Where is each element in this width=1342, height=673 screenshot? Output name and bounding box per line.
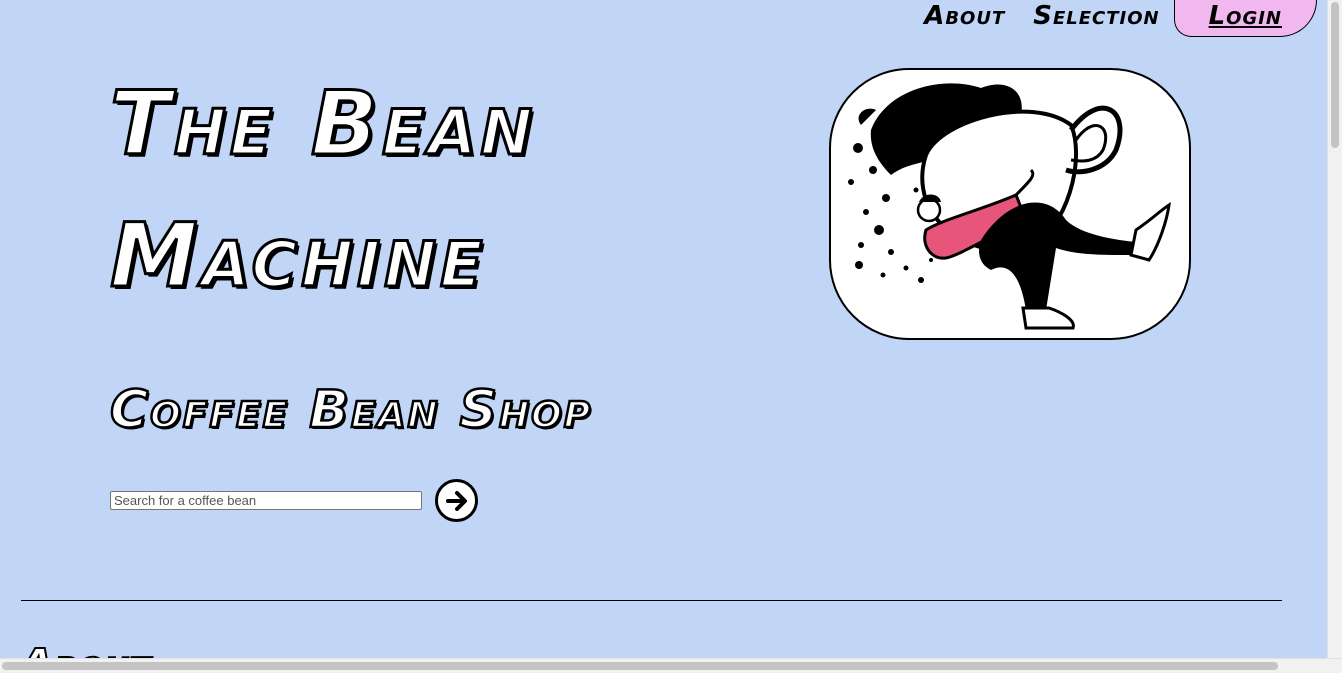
page-subtitle: Coffee Bean Shop <box>109 379 593 442</box>
search-bar <box>110 479 478 522</box>
about-section-heading: About <box>19 639 151 658</box>
arrow-right-circle-icon <box>445 490 467 511</box>
nav-about-link[interactable]: About <box>910 0 1019 32</box>
horizontal-scrollbar[interactable] <box>0 658 1342 673</box>
search-input[interactable] <box>110 491 422 510</box>
page: About Selection Login The Bean Machine C… <box>0 0 1327 658</box>
top-nav: About Selection Login <box>910 0 1317 37</box>
hero-illustration <box>829 68 1191 340</box>
search-go-button[interactable] <box>435 479 478 522</box>
section-divider <box>21 600 1282 601</box>
coffee-cup-person-illustration <box>848 83 1171 330</box>
vertical-scrollbar-thumb[interactable] <box>1331 2 1339 148</box>
vertical-scrollbar[interactable] <box>1327 0 1342 658</box>
horizontal-scrollbar-thumb[interactable] <box>2 662 1278 670</box>
nav-login-link[interactable]: Login <box>1173 0 1317 37</box>
page-title: The Bean Machine <box>109 71 537 309</box>
nav-selection-link[interactable]: Selection <box>1019 0 1173 32</box>
